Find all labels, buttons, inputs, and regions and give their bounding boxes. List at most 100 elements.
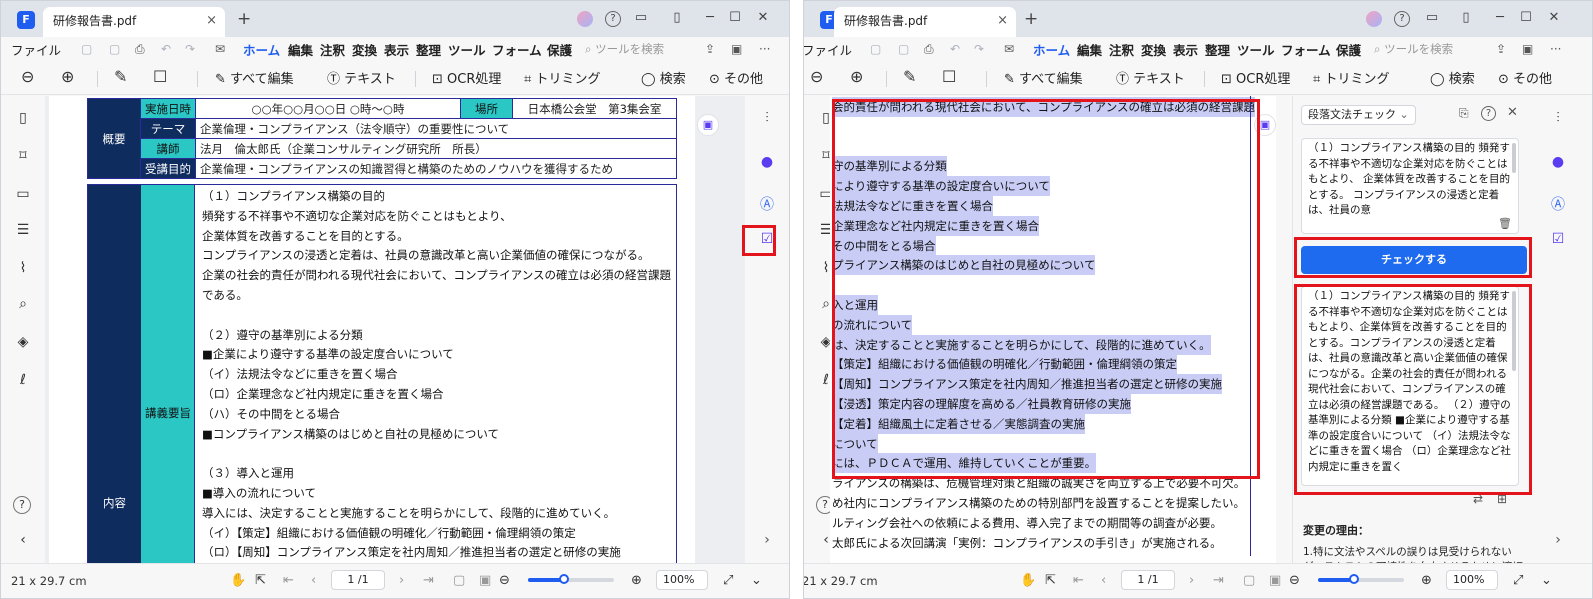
- maximize-button[interactable]: ☐: [725, 10, 745, 25]
- trim-button[interactable]: ⌗ トリミング: [1313, 68, 1389, 87]
- menu-tools[interactable]: ツール: [448, 40, 486, 59]
- next-page-icon[interactable]: ›: [399, 573, 404, 588]
- account-avatar[interactable]: [1366, 11, 1382, 27]
- share-icon[interactable]: ▣: [731, 42, 742, 56]
- translate-icon[interactable]: Ⓐ: [758, 194, 776, 213]
- ocr-button[interactable]: ⊡ OCR処理: [432, 68, 501, 87]
- zoom-slider[interactable]: [1318, 574, 1404, 584]
- print-icon[interactable]: ⎙: [924, 42, 934, 57]
- close-button[interactable]: ✕: [1544, 10, 1564, 25]
- feedback-icon[interactable]: ▭: [1422, 10, 1442, 25]
- redo-icon[interactable]: ↷: [185, 42, 195, 56]
- expand-right-icon[interactable]: ›: [758, 532, 776, 550]
- zoom-out-icon[interactable]: ⊖: [810, 67, 823, 86]
- trim-button[interactable]: ⌗ トリミング: [524, 68, 600, 87]
- select-tool-icon[interactable]: ⇱: [255, 573, 266, 588]
- save-icon[interactable]: ▢: [81, 42, 92, 56]
- ocr-button[interactable]: ⊡ OCR処理: [1221, 68, 1290, 87]
- menu-view[interactable]: 表示: [1173, 40, 1198, 59]
- menu-edit[interactable]: 編集: [288, 40, 313, 59]
- redo-icon[interactable]: ↷: [974, 42, 984, 56]
- page-number-input[interactable]: 1 /1: [1121, 570, 1175, 590]
- hand-tool-icon[interactable]: ✋: [1020, 573, 1036, 588]
- first-page-icon[interactable]: ⇤: [1073, 573, 1084, 588]
- sidebar-toggle-icon[interactable]: ▯: [667, 10, 687, 25]
- zoom-slider[interactable]: [528, 574, 614, 584]
- signature-icon[interactable]: ℓ: [13, 372, 33, 388]
- minimize-button[interactable]: ─: [700, 10, 720, 25]
- document-viewport[interactable]: 概要 実施日時 ○○年○○月○○日 ○時～○時 場所 日本橋公会堂 第3集会室 …: [45, 96, 745, 563]
- menu-convert[interactable]: 変換: [1141, 40, 1166, 59]
- text-button[interactable]: Ⓣ テキスト: [327, 68, 396, 87]
- highlighter-icon[interactable]: ✎: [903, 67, 916, 86]
- select-tool-icon[interactable]: ⇱: [1045, 573, 1056, 588]
- translate-icon[interactable]: Ⓐ: [1549, 194, 1567, 213]
- edit-all-button[interactable]: ✎ すべて編集: [1004, 68, 1083, 87]
- properties-icon[interactable]: ⫶: [1549, 110, 1567, 128]
- search-button[interactable]: ◯ 検索: [641, 68, 686, 87]
- menu-form[interactable]: フォーム: [492, 40, 542, 59]
- help-icon[interactable]: ?: [1481, 106, 1496, 121]
- shape-icon[interactable]: ☐: [153, 67, 167, 86]
- layers-icon[interactable]: ◈: [13, 334, 33, 350]
- menu-convert[interactable]: 変換: [352, 40, 377, 59]
- print-icon[interactable]: ⎙: [135, 42, 145, 57]
- account-avatar[interactable]: [577, 11, 593, 27]
- sidebar-toggle-icon[interactable]: ▯: [1456, 10, 1476, 25]
- hand-tool-icon[interactable]: ✋: [230, 573, 246, 588]
- menu-organize[interactable]: 整理: [416, 40, 441, 59]
- menu-annotate[interactable]: 注釈: [320, 40, 345, 59]
- grammar-check-icon[interactable]: ☑: [1549, 231, 1567, 249]
- scrollbar[interactable]: [1512, 143, 1516, 173]
- close-button[interactable]: ✕: [753, 10, 773, 25]
- document-tab[interactable]: 研修報告書.pdf ×: [43, 7, 225, 37]
- properties-icon[interactable]: ⫶: [758, 110, 776, 128]
- upload-icon[interactable]: ⇪: [705, 42, 715, 56]
- tool-search[interactable]: ⌕ ツールを検索: [585, 41, 664, 57]
- history-icon[interactable]: ⎘: [1459, 106, 1469, 121]
- prev-page-icon[interactable]: ‹: [1101, 573, 1106, 588]
- save-icon[interactable]: ▢: [870, 42, 881, 56]
- next-page-icon[interactable]: ›: [1189, 573, 1194, 588]
- tab-close-icon[interactable]: ×: [206, 7, 217, 35]
- last-page-icon[interactable]: ⇥: [423, 573, 434, 588]
- zoom-out-icon[interactable]: ⊖: [1289, 573, 1300, 588]
- document-tab[interactable]: 研修報告書.pdf ×: [834, 7, 1016, 37]
- menu-organize[interactable]: 整理: [1205, 40, 1230, 59]
- zoom-select[interactable]: 100% ⌄: [656, 570, 708, 598]
- shape-icon[interactable]: ☐: [942, 67, 956, 86]
- collapse-left-icon[interactable]: ‹: [13, 532, 33, 548]
- feedback-icon[interactable]: ▭: [631, 10, 651, 25]
- menu-tools[interactable]: ツール: [1237, 40, 1275, 59]
- fit-page-icon[interactable]: ▢: [1243, 573, 1255, 588]
- edit-all-button[interactable]: ✎ すべて編集: [215, 68, 294, 87]
- zoom-slider-knob[interactable]: [559, 574, 570, 584]
- menu-home[interactable]: ホーム: [1033, 40, 1071, 63]
- maximize-button[interactable]: ☐: [1516, 10, 1536, 25]
- bookmark-icon[interactable]: ⌑: [13, 148, 33, 164]
- menu-edit[interactable]: 編集: [1077, 40, 1102, 59]
- zoom-in-icon[interactable]: ⊕: [1421, 573, 1432, 588]
- zoom-out-icon[interactable]: ⊖: [21, 67, 34, 86]
- attachment-icon[interactable]: ⌇: [13, 260, 33, 276]
- zoom-out-icon[interactable]: ⊖: [499, 573, 510, 588]
- last-page-icon[interactable]: ⇥: [1213, 573, 1224, 588]
- zoom-in-icon[interactable]: ⊕: [850, 67, 863, 86]
- first-page-icon[interactable]: ⇤: [283, 573, 294, 588]
- search-button[interactable]: ◯ 検索: [1430, 68, 1475, 87]
- upload-icon[interactable]: ⇪: [1496, 42, 1506, 56]
- menu-protect[interactable]: 保護: [547, 40, 572, 59]
- ai-assistant-float-icon[interactable]: ▣: [697, 114, 719, 136]
- mail-icon[interactable]: ✉: [1004, 42, 1014, 56]
- fullscreen-icon[interactable]: ⤢: [723, 573, 733, 588]
- check-mode-select[interactable]: 段落文法チェック ⌄: [1301, 105, 1416, 125]
- zoom-select[interactable]: 100% ⌄: [1446, 570, 1498, 598]
- minimize-button[interactable]: ─: [1490, 10, 1510, 25]
- save-as-icon[interactable]: ▢: [109, 42, 120, 56]
- expand-right-icon[interactable]: ›: [1549, 532, 1567, 550]
- help-icon[interactable]: ?: [1394, 11, 1410, 27]
- zoom-in-icon[interactable]: ⊕: [61, 67, 74, 86]
- fit-width-icon[interactable]: ▣: [1269, 573, 1281, 588]
- mail-icon[interactable]: ✉: [215, 42, 225, 56]
- ai-chat-icon[interactable]: ●: [758, 154, 776, 172]
